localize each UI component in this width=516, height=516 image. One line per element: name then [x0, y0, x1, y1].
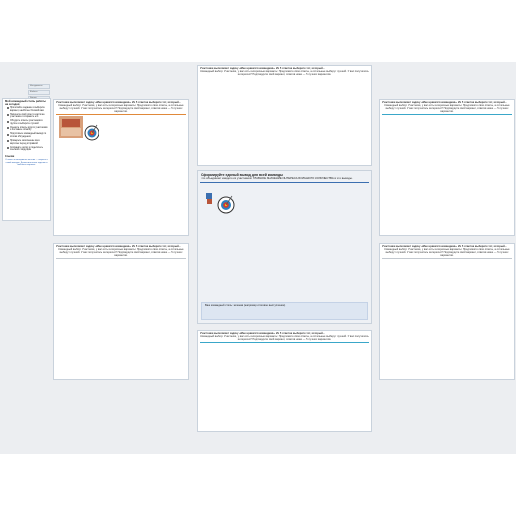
card-task-text: Командный выбор: Участники, у вас есть и… — [58, 248, 184, 258]
list-item: Подготовьте командный вывод по итогам об… — [7, 133, 48, 138]
list-item-text: Подготовьте командный вывод по итогам об… — [10, 133, 47, 139]
bullet-icon — [7, 120, 9, 123]
card-divider — [382, 258, 512, 260]
list-item: Обсудите ответы участников в группе и вы… — [7, 120, 48, 125]
participant-card-top[interactable]: Участники выполняют задачу «Мне нравится… — [197, 65, 372, 166]
card-divider — [200, 342, 369, 344]
card-header: Участники выполняют задачу «Мне нравится… — [198, 66, 371, 76]
instructions-list: Прочитайте задание и выберите вариант, н… — [3, 107, 50, 152]
list-item: Оцените ответы других участников и поста… — [7, 127, 48, 132]
card-header: Участники выполняют задачу «Мне нравится… — [54, 100, 188, 113]
tool-item[interactable]: Шаблон — [28, 90, 50, 95]
bullet-icon — [7, 146, 9, 149]
participant-card-left-bottom[interactable]: Участники выполняют задачу «Мне нравится… — [53, 243, 189, 380]
list-item-text: Сохраните доску и поделитесь ссылкой с в… — [10, 146, 43, 152]
team-style-field[interactable]: Ваш командный стиль: зеленая (например и… — [201, 302, 368, 320]
card-task-text: Командный выбор: Участники, у вас есть и… — [384, 248, 510, 258]
card-task-text: Командный выбор: Участники, у вас есть и… — [384, 104, 510, 114]
card-task-text: Командный выбор: Участники, у вас есть и… — [58, 104, 184, 114]
participant-card-bottom[interactable]: Участники выполняют задачу «Мне нравится… — [197, 330, 372, 432]
card-divider — [56, 258, 186, 260]
list-item: Проверьте заполнение всех карточек перед… — [7, 140, 48, 145]
list-item-text: Проверьте заполнение всех карточек перед… — [10, 139, 40, 145]
materials-link[interactable]: Ссылка на материалы занятия — открыть в … — [3, 158, 50, 168]
card-header: Участники выполняют задачу «Мне нравится… — [380, 244, 514, 257]
instructions-panel: Мой командный стиль работы на сегодня Пр… — [2, 98, 51, 221]
list-item: Прочитайте задание и выберите вариант, н… — [7, 107, 48, 112]
participant-card-left-top[interactable]: Участники выполняют задачу «Мне нравится… — [53, 99, 189, 236]
team-summary-card[interactable]: Сформируйте единый вывод для всей команд… — [197, 170, 372, 324]
list-item-text: Оцените ответы других участников и поста… — [10, 126, 48, 132]
bullet-icon — [7, 133, 9, 136]
instructions-title: Мой командный стиль работы на сегодня — [5, 100, 46, 106]
tool-item[interactable]: Инструменты — [28, 84, 50, 89]
card-divider — [382, 114, 512, 116]
dart-target-icon — [206, 193, 235, 214]
tool-panel[interactable]: Инструменты Шаблон Фигура — [28, 84, 50, 101]
card-task-text: Командный выбор: Участники, у вас есть и… — [200, 335, 369, 342]
card-task-text: Командный выбор: Участники, у вас есть и… — [200, 70, 369, 77]
card-header: Участники выполняют задачу «Мне нравится… — [54, 244, 188, 257]
card-divider — [200, 182, 369, 184]
summary-subtitle: что объединяет каждого из участников: ГЛ… — [201, 176, 353, 180]
list-item-text: Прочитайте задание и выберите вариант, н… — [10, 107, 45, 112]
list-item: Напишите свой ответ в карточке участника… — [7, 114, 48, 119]
bullet-icon — [7, 107, 9, 110]
bullet-icon — [7, 127, 9, 130]
card-header: Участники выполняют задачу «Мне нравится… — [198, 331, 371, 341]
bullet-icon — [7, 113, 9, 116]
card-header: Участники выполняют задачу «Мне нравится… — [380, 100, 514, 113]
list-item: Сохраните доску и поделитесь ссылкой с в… — [7, 147, 48, 152]
list-item-text: Напишите свой ответ в карточке участника… — [10, 113, 45, 119]
hand-photo-icon — [59, 116, 99, 141]
bullet-icon — [7, 140, 9, 143]
participant-card-right-bottom[interactable]: Участники выполняют задачу «Мне нравится… — [379, 243, 515, 380]
participant-card-right-top[interactable]: Участники выполняют задачу «Мне нравится… — [379, 99, 515, 236]
list-item-text: Обсудите ответы участников в группе и вы… — [10, 120, 43, 125]
